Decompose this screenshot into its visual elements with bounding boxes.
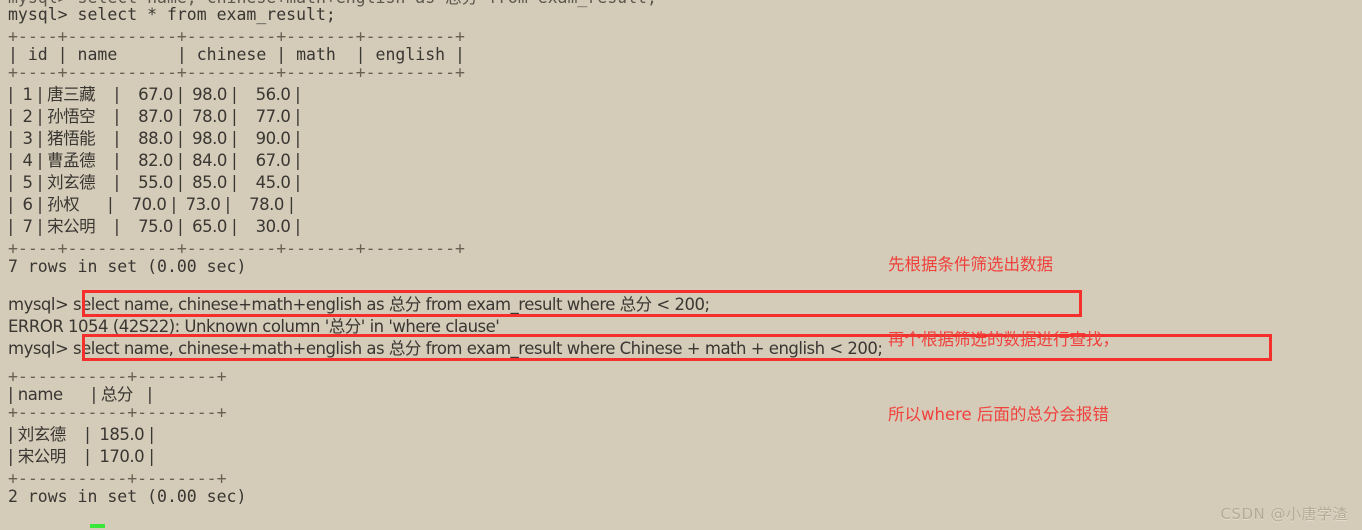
table-row: | 7 | 宋公明 | 75.0 | 65.0 | 30.0 | (8, 217, 301, 236)
table-row: | 5 | 刘玄德 | 55.0 | 85.0 | 45.0 | (8, 173, 301, 192)
table-row: | 刘玄德 | 185.0 | (8, 425, 154, 444)
table-row: | 3 | 猪悟能 | 88.0 | 98.0 | 90.0 | (8, 129, 301, 148)
terminal-line-command-1: mysql> select * from exam_result; (8, 5, 336, 24)
table-row: | 1 | 唐三藏 | 67.0 | 98.0 | 56.0 | (8, 85, 301, 104)
annotation-line-3: 所以where 后面的总分会报错 (888, 405, 1109, 424)
row-count-status-2: 2 rows in set (0.00 sec) (8, 487, 247, 506)
terminal-line-error: ERROR 1054 (42S22): Unknown column '总分' … (8, 317, 500, 336)
terminal-line-command-2: mysql> select name, chinese+math+english… (8, 295, 710, 314)
annotation-line-1: 先根据条件筛选出数据 (888, 255, 1053, 274)
table-row: | 宋公明 | 170.0 | (8, 447, 154, 466)
table-row: | 4 | 曹孟德 | 82.0 | 84.0 | 67.0 | (8, 151, 301, 170)
terminal-window[interactable]: mysql> select name, chinese+math+english… (0, 0, 1362, 530)
annotation-note: 先根据条件筛选出数据 再个根据筛选的数据进行查找， 所以where 后面的总分会… (888, 202, 1119, 477)
row-count-status-1: 7 rows in set (0.00 sec) (8, 257, 247, 276)
table-row: | 2 | 孙悟空 | 87.0 | 78.0 | 77.0 | (8, 107, 301, 126)
terminal-line-separator-2: +----+-----------+---------+-------+----… (8, 63, 465, 82)
terminal-line-command-3: mysql> select name, chinese+math+english… (8, 339, 883, 358)
csdn-watermark: CSDN @小唐学渣 (1220, 505, 1348, 523)
table-row: | 6 | 孙权 | 70.0 | 73.0 | 78.0 | (8, 195, 294, 214)
annotation-line-2: 再个根据筛选的数据进行查找， (888, 330, 1119, 349)
terminal-line-separator-5: +-----------+--------+ (8, 403, 227, 422)
terminal-cursor (90, 524, 105, 528)
